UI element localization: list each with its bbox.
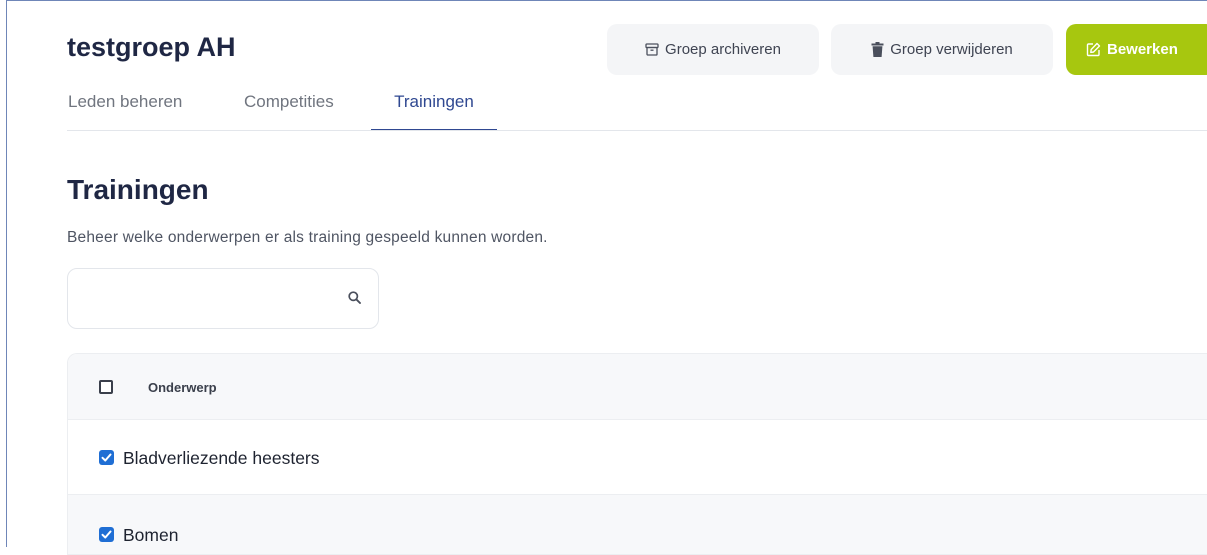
search-field (67, 268, 379, 329)
trash-icon (871, 42, 884, 57)
table-header: Onderwerp (68, 354, 1207, 420)
archive-group-label: Groep archiveren (665, 41, 781, 58)
row-checkbox[interactable] (99, 527, 114, 542)
delete-group-label: Groep verwijderen (890, 41, 1013, 58)
edit-icon (1086, 42, 1101, 57)
delete-group-button[interactable]: Groep verwijderen (831, 24, 1053, 75)
table-row[interactable]: Bomen (68, 495, 1207, 554)
row-label: Bomen (123, 525, 179, 545)
table-row[interactable]: Bladverliezende heesters (68, 420, 1207, 495)
archive-group-button[interactable]: Groep archiveren (607, 24, 819, 75)
edit-button[interactable]: Bewerken (1066, 24, 1207, 75)
row-label: Bladverliezende heesters (123, 448, 320, 468)
tab-trainingen[interactable]: Trainingen (371, 89, 497, 131)
select-all-checkbox[interactable] (99, 380, 113, 394)
tab-leden-beheren[interactable]: Leden beheren (68, 89, 228, 128)
group-title: testgroep AH (67, 32, 236, 62)
row-checkbox[interactable] (99, 450, 114, 465)
topics-table: Onderwerp Bladverliezende heesters Bomen (67, 353, 1207, 555)
search-input[interactable] (80, 279, 334, 319)
tab-competities[interactable]: Competities (244, 89, 374, 128)
window-border-top (6, 0, 1207, 1)
tabs-divider (67, 130, 1207, 131)
search-icon[interactable] (348, 291, 361, 309)
window-border-left (6, 0, 7, 547)
archive-icon (645, 43, 659, 56)
edit-label: Bewerken (1107, 41, 1178, 58)
section-description: Beheer welke onderwerpen er als training… (67, 229, 548, 246)
column-header-onderwerp: Onderwerp (148, 380, 217, 395)
section-title: Trainingen (67, 174, 209, 205)
